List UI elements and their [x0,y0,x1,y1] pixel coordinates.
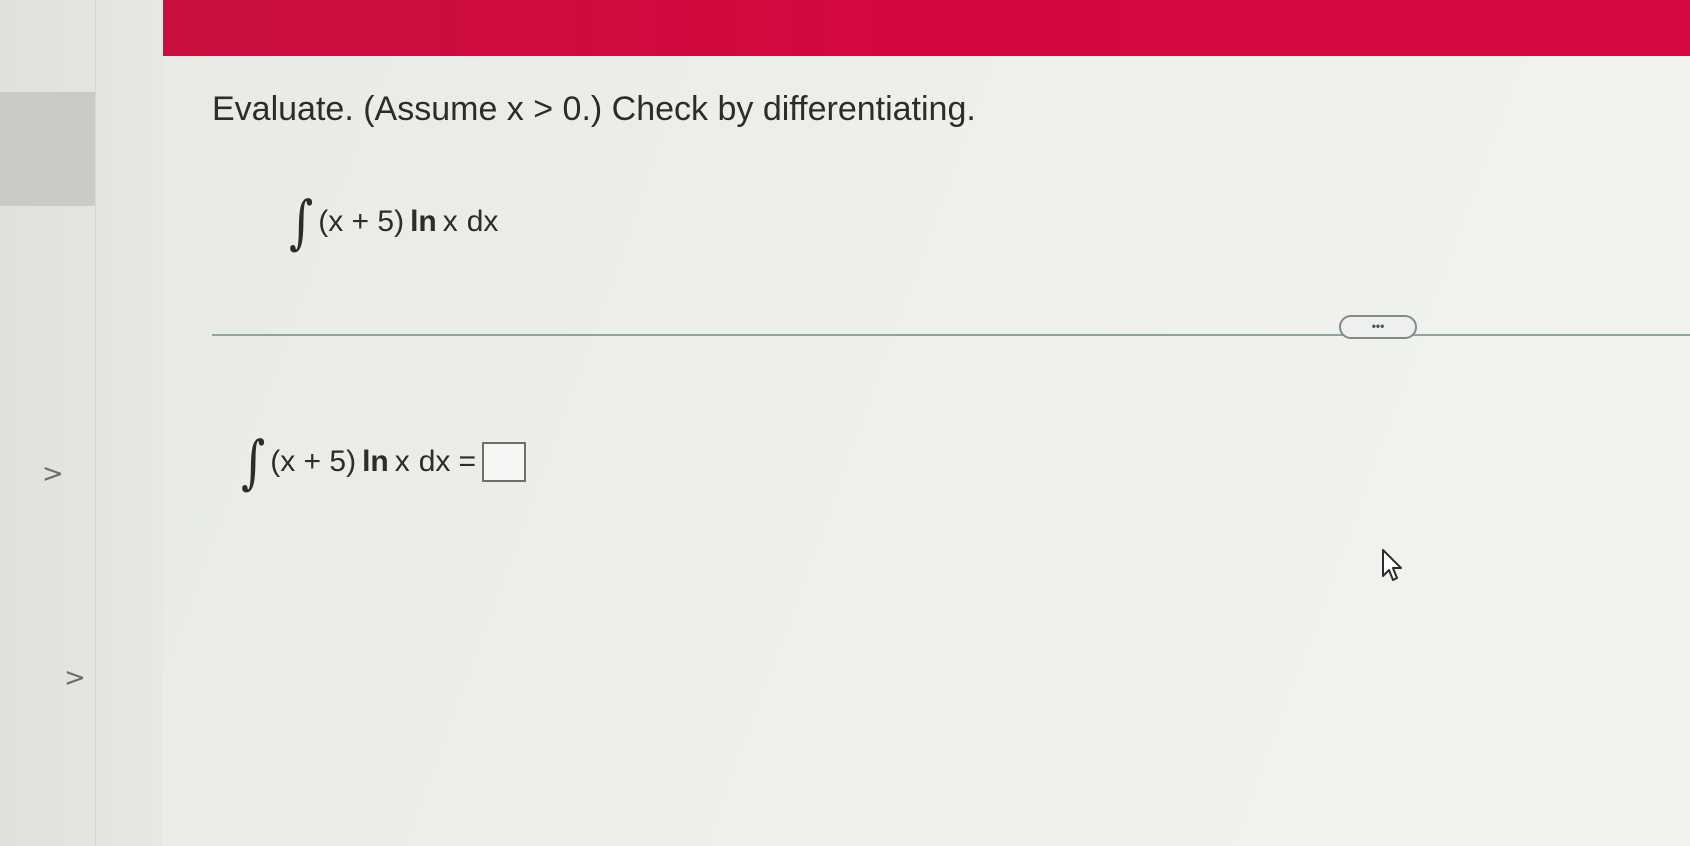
integral-sign: ∫ [289,188,314,256]
question-instruction: Evaluate. (Assume x > 0.) Check by diffe… [212,90,976,128]
chevron-right-icon[interactable]: > [42,461,64,487]
page: > > Evaluate. (Assume x > 0.) Check by d… [0,0,1690,846]
equals-sign: = [458,445,476,478]
sidebar-divider [95,0,96,846]
integral-problem: ∫ (x + 5) ln x dx [286,193,498,251]
section-divider [212,334,1690,336]
differential: dx [466,205,499,238]
mouse-pointer-icon [1382,549,1402,581]
log-variable: x [442,205,458,238]
integrand-expression: (x + 5) [318,205,405,238]
natural-log: ln [362,445,389,478]
log-variable: x [394,445,410,478]
answer-input[interactable] [481,442,526,482]
integral-sign: ∫ [241,428,266,496]
header-bar [163,0,1690,56]
differential: dx [418,445,451,478]
natural-log: ln [410,205,437,238]
more-options-button[interactable]: ••• [1339,315,1417,339]
chevron-right-icon[interactable]: > [64,665,86,691]
answer-row: ∫ (x + 5) ln x dx = [238,433,526,491]
integrand-expression: (x + 5) [270,445,357,478]
sidebar-selected-item[interactable] [0,92,95,206]
